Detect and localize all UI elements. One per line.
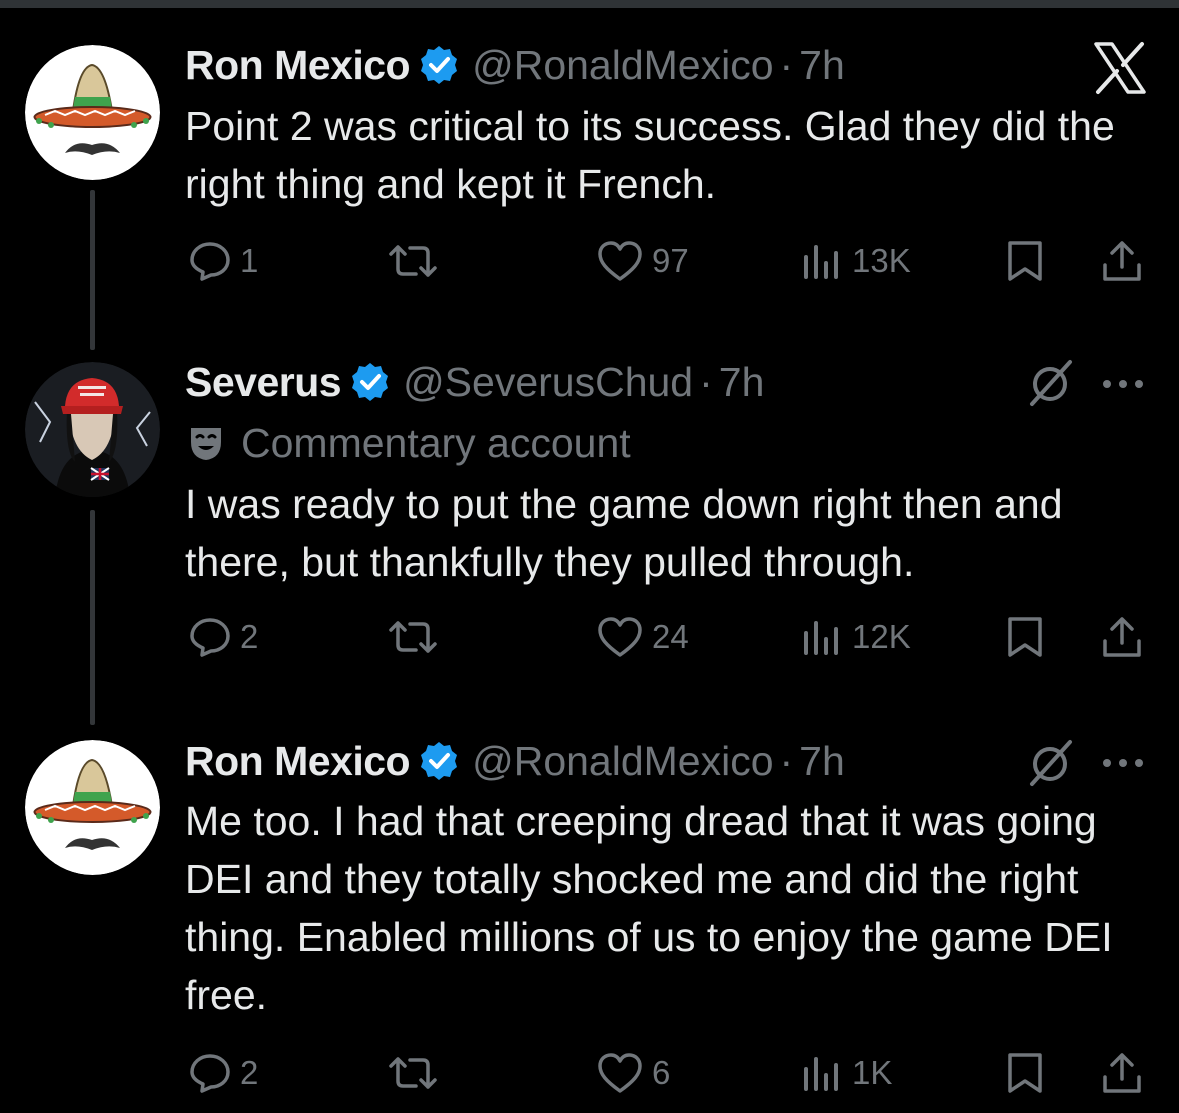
views-icon [804,621,838,655]
action-bar: 2 6 1K [0,1048,1179,1098]
reply-button[interactable]: 2 [188,1048,258,1098]
x-logo-icon[interactable] [1090,38,1150,98]
like-count: 97 [652,242,689,279]
separator: · [699,358,713,405]
tweet-header: Ron Mexico @RonaldMexico · 7h [185,736,845,786]
reply-count: 2 [240,1054,259,1091]
like-button[interactable]: 6 [596,1048,670,1098]
views-button[interactable]: 1K [800,1048,892,1098]
bookmark-button[interactable] [1005,612,1045,662]
share-icon [1103,241,1141,281]
avatar[interactable] [25,740,160,875]
share-icon [1103,1053,1141,1093]
share-button[interactable] [1100,612,1144,662]
display-name[interactable]: Ron Mexico [185,42,411,89]
retweet-button[interactable] [388,236,438,286]
grok-slash-icon[interactable] [1020,732,1080,792]
view-count: 1K [852,1054,893,1091]
verified-badge-icon[interactable] [418,740,460,782]
reply-icon [190,618,230,657]
retweet-icon [389,245,437,277]
reply-count: 2 [240,618,259,655]
bookmark-icon [1008,617,1042,657]
label-text: Commentary account [241,419,631,466]
handle[interactable]: @SeverusChud [403,359,693,406]
reply-icon [190,242,230,281]
views-icon [804,1057,838,1091]
red-cap-portrait-avatar [25,362,160,497]
share-button[interactable] [1100,1048,1144,1098]
retweet-icon [389,1057,437,1089]
reply-button[interactable]: 1 [188,236,258,286]
like-button[interactable]: 24 [596,612,689,662]
tweet-header: Ron Mexico @RonaldMexico · 7h [185,40,845,90]
tweet-text: Me too. I had that creeping dread that i… [185,798,1113,1018]
bookmark-button[interactable] [1005,236,1045,286]
verified-badge-icon[interactable] [349,361,391,403]
commentary-label[interactable]: Commentary account [185,418,631,468]
verified-badge-icon[interactable] [418,44,460,86]
timestamp[interactable]: 7h [799,42,845,89]
share-button[interactable] [1100,236,1144,286]
sombrero-mustache-avatar [25,45,160,180]
more-icon[interactable] [1098,753,1148,773]
handle[interactable]: @RonaldMexico [472,42,773,89]
like-icon [598,241,642,281]
separator: · [779,737,794,784]
bookmark-icon [1008,241,1042,281]
tweet-text: Point 2 was critical to its success. Gla… [185,103,1115,207]
separator: · [779,41,794,88]
reply-button[interactable]: 2 [188,612,258,662]
retweet-button[interactable] [388,612,438,662]
share-icon [1103,617,1141,657]
display-name[interactable]: Ron Mexico [185,738,411,785]
avatar[interactable] [25,45,160,180]
reply-count: 1 [240,242,259,279]
handle[interactable]: @RonaldMexico [472,738,773,785]
top-divider [0,0,1179,8]
tweet-header: Severus @SeverusChud · 7h [185,357,764,407]
like-count: 6 [652,1054,671,1091]
display-name[interactable]: Severus [185,359,342,406]
bookmark-icon [1008,1053,1042,1093]
timestamp[interactable]: 7h [719,359,765,406]
views-icon [804,245,838,279]
like-button[interactable]: 97 [596,236,689,286]
grok-slash-icon[interactable] [1020,352,1080,412]
theater-mask-icon [191,428,221,460]
timestamp[interactable]: 7h [799,738,845,785]
action-bar: 1 97 13K [0,236,1179,286]
sombrero-mustache-avatar [25,740,160,875]
more-icon[interactable] [1098,374,1148,394]
views-button[interactable]: 13K [800,236,911,286]
views-button[interactable]: 12K [800,612,911,662]
view-count: 13K [852,242,911,279]
bookmark-button[interactable] [1005,1048,1045,1098]
retweet-button[interactable] [388,1048,438,1098]
like-icon [598,617,642,657]
like-count: 24 [652,618,689,655]
reply-icon [190,1054,230,1093]
retweet-icon [389,621,437,653]
like-icon [598,1053,642,1093]
tweet-text: I was ready to put the game down right t… [185,481,1063,585]
avatar[interactable] [25,362,160,497]
view-count: 12K [852,618,911,655]
action-bar: 2 24 12K [0,612,1179,662]
